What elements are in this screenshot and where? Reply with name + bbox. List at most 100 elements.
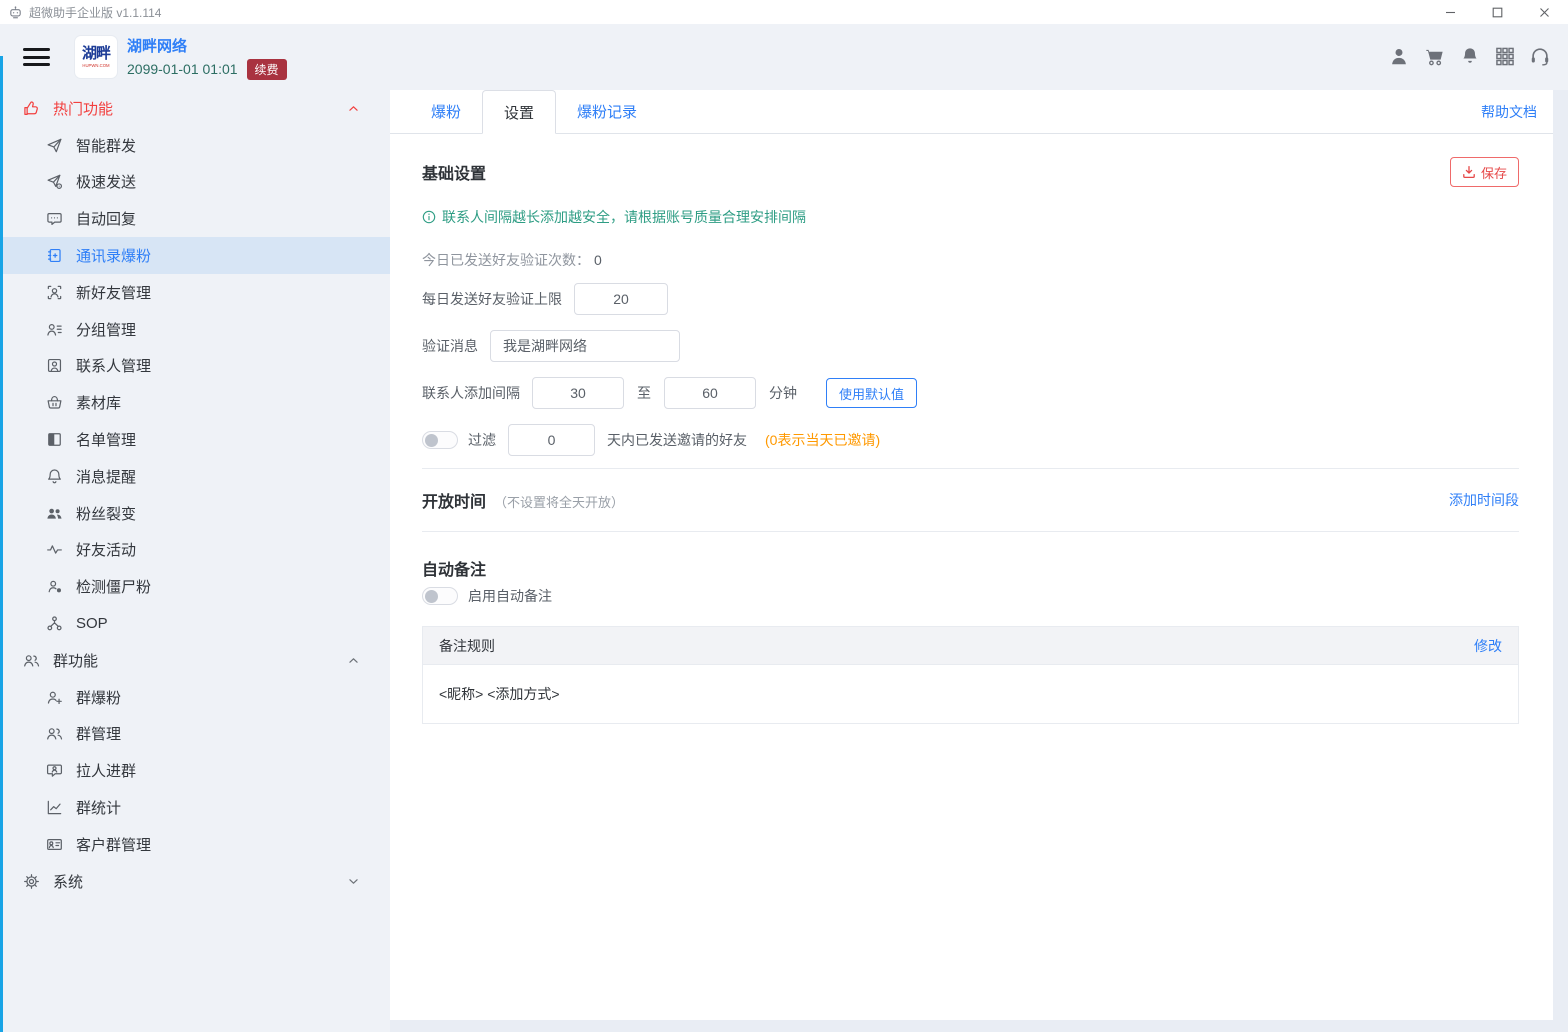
- user-icon[interactable]: [1388, 46, 1410, 69]
- sidebar-item-contacts-fan-boost[interactable]: 通讯录爆粉: [0, 237, 390, 274]
- sidebar-item-label: 自动回复: [76, 211, 137, 229]
- sidebar-section-label: 热门功能: [53, 100, 114, 118]
- sidebar-item-new-friend-manage[interactable]: 新好友管理: [0, 274, 390, 311]
- daily-limit-input[interactable]: 20: [574, 283, 668, 315]
- renew-button[interactable]: 续费: [246, 58, 287, 80]
- logo-subtext: HUPWN.COM: [82, 62, 110, 69]
- users-icon: [22, 651, 40, 669]
- open-time-title: 开放时间: [422, 494, 487, 511]
- auto-note-toggle[interactable]: [422, 587, 458, 605]
- sidebar-item-message-remind[interactable]: 消息提醒: [0, 458, 390, 495]
- edit-rule-link[interactable]: 修改: [1474, 636, 1502, 656]
- sidebar-section-hot-functions[interactable]: 热门功能: [0, 90, 390, 127]
- sidebar-item-list-manage[interactable]: 名单管理: [0, 421, 390, 458]
- verify-message-label: 验证消息: [422, 338, 478, 354]
- verify-message-input[interactable]: 我是湖畔网络: [490, 330, 680, 362]
- add-time-range-link[interactable]: 添加时间段: [1449, 490, 1519, 510]
- sidebar-item-fan-fission[interactable]: 粉丝裂变: [0, 495, 390, 532]
- sidebar-item-material-library[interactable]: 素材库: [0, 384, 390, 421]
- sidebar-item-label: 群统计: [76, 800, 122, 818]
- filter-toggle[interactable]: [422, 431, 458, 449]
- interval-from-input[interactable]: 30: [532, 377, 624, 409]
- app-title: 超微助手企业版 v1.1.114: [29, 5, 162, 20]
- sidebar-item-group-manage[interactable]: 分组管理: [0, 311, 390, 348]
- headset-icon[interactable]: [1529, 46, 1551, 69]
- sidebar-item-label: 好友活动: [76, 542, 137, 560]
- sidebar-item-auto-reply[interactable]: 自动回复: [0, 200, 390, 237]
- sent-today-line: 今日已发送好友验证次数： 0: [422, 252, 602, 268]
- chevron-down-icon: [346, 874, 361, 889]
- auto-note-toggle-label: 启用自动备注: [468, 588, 552, 604]
- note-rule-row: <昵称> <添加方式>: [423, 665, 1518, 723]
- cart-icon[interactable]: [1423, 46, 1446, 69]
- user-list-icon: [45, 320, 63, 338]
- sidebar-item-label: 分组管理: [76, 321, 137, 339]
- hamburger-menu-icon[interactable]: [23, 44, 50, 71]
- sidebar-item-zombie-fan-check[interactable]: 检测僵尸粉: [0, 568, 390, 605]
- pulse-icon: [45, 541, 63, 559]
- sidebar-section-label: 系统: [53, 873, 84, 891]
- account-info: 湖畔网络 2099-01-01 01:01 续费: [127, 35, 287, 80]
- open-time-hint: （不设置将全天开放）: [494, 495, 625, 510]
- sidebar-item-sop[interactable]: SOP: [0, 605, 390, 642]
- sidebar-item-friend-activity[interactable]: 好友活动: [0, 532, 390, 569]
- sidebar-item-label: 群爆粉: [76, 689, 122, 707]
- note-rule-table: 备注规则 修改 <昵称> <添加方式>: [422, 626, 1519, 724]
- tab-fan-boost[interactable]: 爆粉: [410, 90, 482, 133]
- note-rule-column-header: 备注规则: [439, 637, 495, 654]
- interval-to-input[interactable]: 60: [664, 377, 756, 409]
- bell-icon[interactable]: [1459, 46, 1481, 69]
- sidebar-item-group-fan-boost[interactable]: 群爆粉: [0, 679, 390, 716]
- close-icon[interactable]: [1521, 0, 1568, 24]
- save-button[interactable]: 保存: [1449, 157, 1519, 187]
- help-doc-link[interactable]: 帮助文档: [1481, 102, 1537, 122]
- sidebar-item-customer-group-manage[interactable]: 客户群管理: [0, 826, 390, 863]
- company-logo: 湖畔 HUPWN.COM: [75, 36, 117, 78]
- sidebar-item-pull-into-group[interactable]: 拉人进群: [0, 752, 390, 789]
- sidebar-item-fast-send[interactable]: 极速发送: [0, 164, 390, 201]
- sidebar-section-label: 群功能: [53, 652, 99, 670]
- minimize-icon[interactable]: [1427, 0, 1474, 24]
- sidebar-section-system[interactable]: 系统: [0, 863, 390, 900]
- sidebar-item-label: 智能群发: [76, 137, 137, 155]
- sidebar-item-smart-bulk-send[interactable]: 智能群发: [0, 127, 390, 164]
- title-bar: 超微助手企业版 v1.1.114: [0, 0, 1568, 24]
- tab-fan-records[interactable]: 爆粉记录: [556, 90, 658, 133]
- chart-icon: [45, 799, 63, 817]
- interval-to-label: 至: [637, 385, 651, 401]
- basic-settings-title: 基础设置: [422, 166, 487, 183]
- info-icon: [422, 210, 436, 224]
- sidebar-nav: 热门功能智能群发极速发送自动回复通讯录爆粉 新好友管理分组管理联系人管理素材库 名单…: [0, 90, 390, 1032]
- tab-settings[interactable]: 设置: [482, 90, 557, 134]
- filter-hint: (0表示当天已邀请): [765, 432, 881, 448]
- sidebar-item-contact-manage[interactable]: 联系人管理: [0, 348, 390, 385]
- logo-text: 湖畔: [81, 44, 111, 62]
- book-plus-icon: [45, 247, 63, 265]
- sidebar-item-label: 消息提醒: [76, 468, 137, 486]
- maximize-icon[interactable]: [1474, 0, 1521, 24]
- apps-icon[interactable]: [1494, 46, 1516, 69]
- company-name: 湖畔网络: [127, 37, 188, 55]
- sidebar-item-label: 粉丝裂变: [76, 505, 137, 523]
- sidebar-item-label: 联系人管理: [76, 358, 152, 376]
- tab-bar: 爆粉 设置 爆粉记录 帮助文档: [390, 90, 1553, 134]
- chat-icon: [45, 210, 63, 228]
- sent-today-value: 0: [594, 252, 602, 268]
- sop-icon: [45, 615, 63, 633]
- sidebar-item-group-stats[interactable]: 群统计: [0, 789, 390, 826]
- filter-days-input[interactable]: 0: [508, 424, 595, 456]
- use-default-button[interactable]: 使用默认值: [826, 378, 918, 408]
- chevron-up-icon: [346, 101, 361, 116]
- save-icon: [1462, 165, 1476, 179]
- sidebar-item-label: SOP: [76, 615, 108, 633]
- auto-note-title: 自动备注: [422, 562, 487, 579]
- sidebar-section-group-functions[interactable]: 群功能: [0, 642, 390, 679]
- app-header: 湖畔 HUPWN.COM 湖畔网络 2099-01-01 01:01 续费: [0, 24, 1568, 90]
- divider: [422, 531, 1519, 532]
- sidebar-item-label: 检测僵尸粉: [76, 579, 152, 597]
- chevron-up-icon: [346, 653, 361, 668]
- main-panel: 爆粉 设置 爆粉记录 帮助文档 基础设置 保存 联系人间隔越长添加越安全，请根据账号…: [390, 90, 1553, 1020]
- filter-label: 过滤: [468, 432, 496, 448]
- sidebar-item-group-management[interactable]: 群管理: [0, 716, 390, 753]
- sidebar-item-label: 群管理: [76, 726, 122, 744]
